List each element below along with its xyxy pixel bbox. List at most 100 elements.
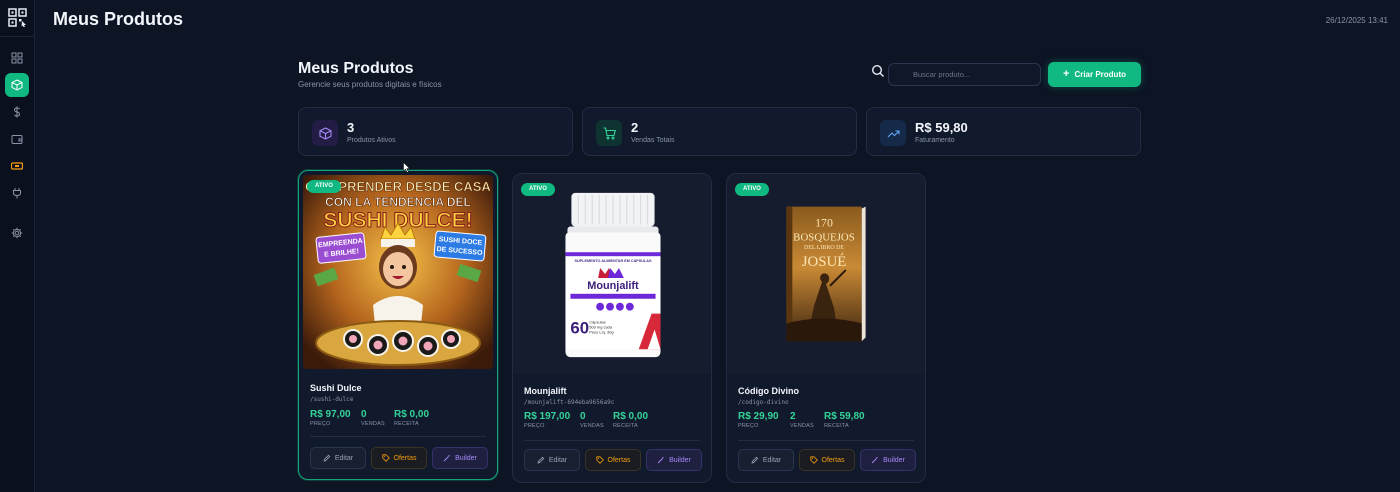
create-product-button[interactable]: + Criar Produto [1048,62,1141,87]
revenue-value: R$ 0,00 [394,409,430,420]
revenue-label: RECEITA [394,421,419,427]
svg-text:BOSQUEJOS: BOSQUEJOS [793,231,855,243]
magic-wand-icon [443,454,451,462]
builder-button[interactable]: Builder [432,447,488,469]
product-card-mounjalift[interactable]: SUPLEMENTO ALIMENTAR EM CÁPSULAS Mounjal… [512,173,712,483]
product-image: O EMPRENDER DESDE CASA CON LA TENDENCIA … [303,175,493,369]
card-divider [738,440,914,441]
ticket-icon [11,162,23,170]
pencil-icon [751,456,759,464]
builder-button[interactable]: Builder [646,449,702,471]
edit-button[interactable]: Editar [738,449,794,471]
svg-text:60: 60 [570,318,589,337]
box-icon [318,126,332,140]
revenue-value: R$ 59,80 [824,411,865,422]
stat-label: Faturamento [915,137,955,144]
edit-button[interactable]: Editar [524,449,580,471]
codigo-divino-book-image: 170 BOSQUEJOS DEL LIBRO DE JOSUÉ [727,175,925,373]
sidebar [0,0,35,492]
sidebar-item-finance[interactable] [5,100,29,124]
product-slug: /codigo-divino [738,399,789,406]
metric-price: R$ 197,00 PREÇO [524,411,570,429]
price-label: PREÇO [310,421,331,427]
price-value: R$ 197,00 [524,411,571,422]
builder-label: Builder [455,454,477,462]
metric-price: R$ 29,90 PREÇO [738,411,779,429]
builder-label: Builder [883,456,905,464]
card-divider [310,436,486,437]
magic-wand-icon [871,456,879,464]
box-icon [11,79,23,91]
stat-label: Vendas Totais [631,137,675,144]
sidebar-divider [0,36,35,37]
offers-label: Ofertas [393,454,417,462]
sidebar-item-tickets[interactable] [5,154,29,178]
stat-icon-box [312,120,338,146]
status-badge: ATIVO [735,183,769,196]
tag-icon [809,456,818,464]
sales-value: 2 [790,411,796,422]
pencil-icon [537,456,545,464]
sidebar-item-integrations[interactable] [5,181,29,205]
svg-text:DEL LIBRO DE: DEL LIBRO DE [804,245,844,251]
svg-text:Mounjalift: Mounjalift [587,280,639,292]
stat-label: Produtos Ativos [347,137,396,144]
svg-text:Peso Líq. 30g: Peso Líq. 30g [589,329,613,334]
mounjalift-bottle-image: SUPLEMENTO ALIMENTAR EM CÁPSULAS Mounjal… [513,175,711,373]
stat-icon-trend [880,120,906,146]
sales-value: 0 [580,411,586,422]
plug-icon [13,188,21,199]
page-title: Meus Produtos [298,60,414,77]
stat-card-total-sales: 2 Vendas Totais [582,107,857,156]
trending-up-icon [887,129,900,137]
sushi-dulce-cover-image: O EMPRENDER DESDE CASA CON LA TENDENCIA … [303,175,493,369]
sidebar-item-products[interactable] [5,73,29,97]
dollar-icon [13,106,21,118]
sales-value: 0 [361,409,367,420]
product-name: Sushi Dulce [310,383,362,393]
search-input[interactable] [888,63,1041,86]
metric-revenue: R$ 0,00 RECEITA [394,409,429,427]
svg-text:CON LA TENDENCIA DEL: CON LA TENDENCIA DEL [325,195,471,209]
datetime-label: 26/12/2025 13:41 [1325,16,1388,25]
sidebar-item-wallet[interactable] [5,127,29,151]
stat-card-revenue: R$ 59,80 Faturamento [866,107,1141,156]
builder-label: Builder [669,456,691,464]
edit-label: Editar [334,454,354,462]
builder-button[interactable]: Builder [860,449,916,471]
pencil-icon [323,454,331,462]
edit-label: Editar [548,456,568,464]
product-name: Código Divino [738,386,799,396]
product-slug: /sushi-dulce [310,396,354,403]
card-divider [524,440,700,441]
offers-label: Ofertas [821,456,845,464]
sales-label: VENDAS [361,421,385,427]
cart-icon [603,126,616,139]
product-image: SUPLEMENTO ALIMENTAR EM CÁPSULAS Mounjal… [513,174,711,374]
search-icon[interactable] [871,64,885,78]
status-badge: ATIVO [521,183,555,196]
create-product-label: Criar Produto [1074,70,1126,79]
metric-revenue: R$ 59,80 RECEITA [824,411,865,429]
revenue-value: R$ 0,00 [613,411,649,422]
edit-label: Editar [762,456,782,464]
offers-button[interactable]: Ofertas [799,449,855,471]
svg-text:170: 170 [815,215,833,229]
page-subtitle: Gerencie seus produtos digitais e físico… [298,80,442,89]
sales-label: VENDAS [580,423,604,429]
sidebar-item-dashboard[interactable] [5,46,29,70]
metric-sales: 0 VENDAS [361,409,385,427]
qr-logo-icon[interactable] [8,8,27,27]
product-slug: /mounjalift-694eba9656a9c [524,399,615,406]
product-card-sushi-dulce[interactable]: O EMPRENDER DESDE CASA CON LA TENDENCIA … [298,170,498,480]
metric-revenue: R$ 0,00 RECEITA [613,411,648,429]
stat-value: R$ 59,80 [915,120,968,135]
product-image: 170 BOSQUEJOS DEL LIBRO DE JOSUÉ [727,174,925,374]
sidebar-item-settings[interactable] [5,221,29,245]
price-label: PREÇO [524,423,545,429]
offers-button[interactable]: Ofertas [371,447,427,469]
offers-button[interactable]: Ofertas [585,449,641,471]
product-name: Mounjalift [524,386,567,396]
product-card-codigo-divino[interactable]: 170 BOSQUEJOS DEL LIBRO DE JOSUÉ ATIVO C… [726,173,926,483]
edit-button[interactable]: Editar [310,447,366,469]
